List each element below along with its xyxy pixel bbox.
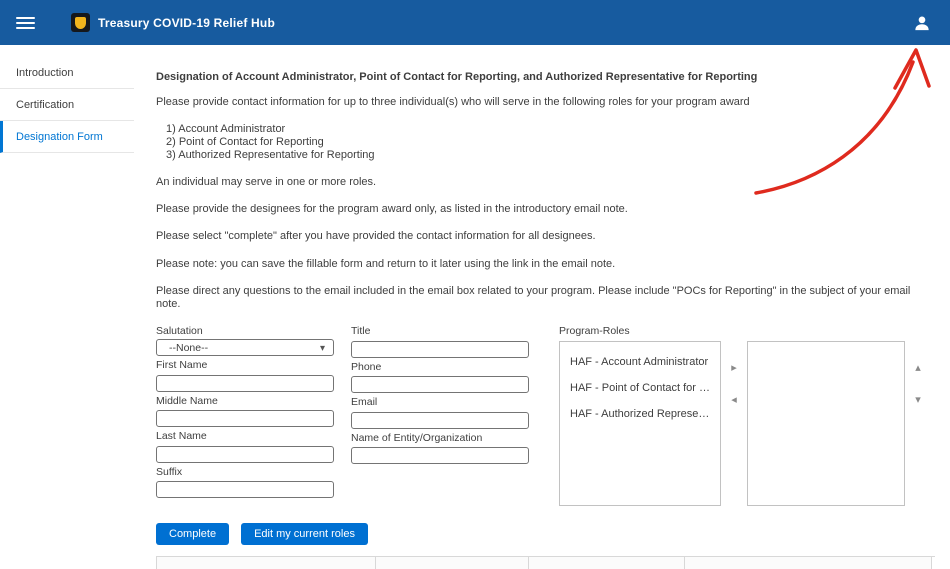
- table-header-cell: [156, 557, 376, 569]
- middle-name-label: Middle Name: [156, 395, 334, 407]
- note-text: Please provide the designees for the pro…: [156, 203, 935, 216]
- role-option[interactable]: HAF - Point of Contact for Reporting: [560, 375, 720, 401]
- treasury-logo-icon: [71, 13, 90, 32]
- suffix-input[interactable]: [156, 481, 334, 498]
- app-title: Treasury COVID-19 Relief Hub: [98, 16, 275, 30]
- sidebar-item-certification[interactable]: Certification: [0, 89, 134, 121]
- move-down-icon[interactable]: [915, 395, 921, 405]
- main-content: Designation of Account Administrator, Po…: [134, 45, 950, 532]
- email-input[interactable]: [351, 412, 529, 429]
- designation-form: Salutation --None-- First Name Middle Na…: [156, 325, 935, 506]
- first-name-input[interactable]: [156, 375, 334, 392]
- last-name-input[interactable]: [156, 446, 334, 463]
- order-buttons: [905, 341, 931, 405]
- roles-list-item: 3) Authorized Representative for Reporti…: [166, 149, 935, 162]
- program-roles-section: Program-Roles HAF - Account Administrato…: [559, 325, 931, 506]
- roles-list-item: 1) Account Administrator: [166, 123, 935, 136]
- suffix-label: Suffix: [156, 466, 334, 478]
- role-option[interactable]: HAF - Authorized Representative fo...: [560, 401, 720, 427]
- note-text: Please note: you can save the fillable f…: [156, 258, 935, 271]
- table-header-cell: [685, 557, 932, 569]
- form-column-contact: Title Phone Email Name of Entity/Organiz…: [351, 325, 529, 506]
- last-name-label: Last Name: [156, 430, 334, 442]
- email-label: Email: [351, 396, 529, 408]
- phone-input[interactable]: [351, 376, 529, 393]
- hamburger-menu-icon[interactable]: [16, 17, 35, 29]
- top-navbar: Treasury COVID-19 Relief Hub: [0, 0, 950, 45]
- selected-roles-listbox[interactable]: [747, 341, 905, 506]
- table-header-cell: [529, 557, 685, 569]
- title-input[interactable]: [351, 341, 529, 358]
- roles-list: 1) Account Administrator 2) Point of Con…: [166, 123, 935, 162]
- note-text: Please direct any questions to the email…: [156, 285, 935, 311]
- title-label: Title: [351, 325, 529, 337]
- table-fragment: [156, 556, 935, 569]
- complete-button[interactable]: Complete: [156, 523, 229, 545]
- first-name-label: First Name: [156, 359, 334, 371]
- entity-input[interactable]: [351, 447, 529, 464]
- edit-current-roles-button[interactable]: Edit my current roles: [241, 523, 368, 545]
- available-roles-listbox[interactable]: HAF - Account Administrator HAF - Point …: [559, 341, 721, 506]
- sidebar-item-introduction[interactable]: Introduction: [0, 57, 134, 89]
- note-text: Please select "complete" after you have …: [156, 230, 935, 243]
- sidebar-nav: Introduction Certification Designation F…: [0, 45, 134, 532]
- salutation-select[interactable]: --None--: [156, 339, 334, 356]
- note-text: An individual may serve in one or more r…: [156, 176, 935, 189]
- salutation-selected-value: --None--: [169, 342, 208, 354]
- move-right-icon[interactable]: [731, 363, 737, 373]
- role-option[interactable]: HAF - Account Administrator: [560, 349, 720, 375]
- roles-list-item: 2) Point of Contact for Reporting: [166, 136, 935, 149]
- user-avatar-icon[interactable]: [910, 11, 934, 35]
- move-up-icon[interactable]: [915, 363, 921, 373]
- intro-text: Please provide contact information for u…: [156, 96, 935, 109]
- salutation-label: Salutation: [156, 325, 334, 337]
- chevron-down-icon: [320, 342, 325, 354]
- entity-label: Name of Entity/Organization: [351, 432, 529, 444]
- program-roles-label: Program-Roles: [559, 325, 931, 337]
- move-left-icon[interactable]: [731, 395, 737, 405]
- page-title: Designation of Account Administrator, Po…: [156, 71, 935, 83]
- action-buttons: Complete Edit my current roles: [156, 523, 935, 545]
- brand: Treasury COVID-19 Relief Hub: [71, 13, 275, 32]
- table-header-cell: [376, 557, 529, 569]
- sidebar-item-designation-form[interactable]: Designation Form: [0, 121, 134, 153]
- phone-label: Phone: [351, 361, 529, 373]
- middle-name-input[interactable]: [156, 410, 334, 427]
- form-column-name: Salutation --None-- First Name Middle Na…: [156, 325, 334, 506]
- move-buttons: [721, 341, 747, 405]
